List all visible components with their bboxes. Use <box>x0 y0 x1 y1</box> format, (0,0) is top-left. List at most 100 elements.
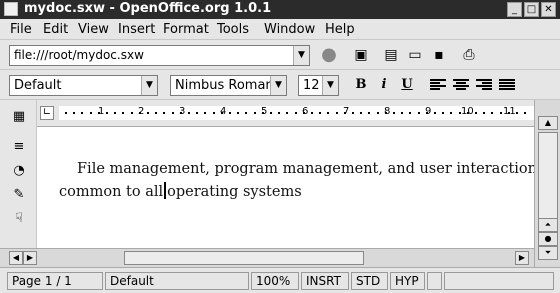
draw-functions-icon[interactable]: ✎ <box>10 186 28 204</box>
font-size-select[interactable]: 12 ▼ <box>298 75 339 96</box>
scroll-up-icon[interactable]: ▲ <box>538 116 558 130</box>
document-modified-indicator <box>427 272 442 290</box>
new-document-icon[interactable]: ▤ <box>380 44 402 66</box>
selection-mode-indicator[interactable]: STD <box>351 272 388 290</box>
bold-button[interactable]: B <box>351 75 371 95</box>
text-before-cursor: common to all <box>59 184 164 200</box>
paragraph-style-select[interactable]: Default ▼ <box>9 75 158 96</box>
ruler-tick <box>131 112 133 114</box>
print-icon[interactable]: ⎙ <box>458 44 480 66</box>
save-icon[interactable]: ▪ <box>428 44 450 66</box>
minimize-icon[interactable]: _ <box>507 2 522 17</box>
chevron-down-icon[interactable]: ▼ <box>270 76 286 95</box>
stop-loading-icon[interactable]: ● <box>318 44 340 66</box>
close-icon[interactable]: ✕ <box>541 2 556 17</box>
app-icon[interactable] <box>4 2 18 16</box>
ruler-tick <box>73 112 75 114</box>
align-center-icon[interactable] <box>453 79 469 91</box>
ruler-tick <box>139 112 141 114</box>
vertical-scroll-thumb[interactable] <box>538 132 558 232</box>
ruler-tick <box>81 112 83 114</box>
ruler-tick <box>262 112 264 114</box>
ruler-tick <box>516 112 518 114</box>
menu-tools[interactable]: Tools <box>217 22 249 37</box>
ruler-tick <box>270 112 272 114</box>
ruler-tick <box>344 112 346 114</box>
vertical-scrollbar[interactable]: ▲ ⏶ ● ⏷ <box>534 100 560 267</box>
page-style-indicator[interactable]: Default <box>105 272 249 290</box>
scroll-right-icon[interactable]: ▶ <box>23 251 37 265</box>
text-line: File management, program management, and… <box>77 161 560 177</box>
ruler-tick <box>319 112 321 114</box>
tab-stop-icon[interactable]: ∟ <box>40 106 54 120</box>
chevron-down-icon[interactable]: ▼ <box>322 76 338 95</box>
horizontal-scroll-thumb[interactable] <box>124 251 364 265</box>
ruler-tick <box>188 112 190 114</box>
ruler-tick <box>303 112 305 114</box>
edit-file-icon[interactable]: ▣ <box>350 44 372 66</box>
chevron-down-icon[interactable]: ▼ <box>141 76 157 95</box>
chevron-down-icon[interactable]: ▼ <box>293 46 309 65</box>
ruler-tick <box>122 112 124 114</box>
underline-button[interactable]: U <box>397 75 417 95</box>
ruler-tick <box>336 112 338 114</box>
document-text[interactable]: File management, program management, and… <box>59 158 560 204</box>
form-functions-icon[interactable]: ☟ <box>10 210 28 228</box>
font-size-value: 12 <box>303 78 320 93</box>
menu-view[interactable]: View <box>78 22 109 37</box>
menu-edit[interactable]: Edit <box>43 22 68 37</box>
menu-format[interactable]: Format <box>163 22 209 37</box>
ruler-tick <box>377 112 379 114</box>
horizontal-scrollbar[interactable]: ◀ ▶ ▶ <box>0 248 534 267</box>
insert-fields-icon[interactable]: ≡ <box>10 138 28 156</box>
menu-file[interactable]: File <box>10 22 32 37</box>
menu-window[interactable]: Window <box>264 22 315 37</box>
navigation-icon[interactable]: ● <box>538 232 558 246</box>
open-folder-icon[interactable]: ▭ <box>404 44 426 66</box>
maximize-icon[interactable]: □ <box>524 2 539 17</box>
ruler-tick <box>311 112 313 114</box>
ruler-tick <box>295 112 297 114</box>
menu-insert[interactable]: Insert <box>118 22 155 37</box>
insert-table-icon[interactable]: ▦ <box>10 108 28 126</box>
zoom-indicator[interactable]: 100% <box>251 272 299 290</box>
ruler-tick <box>147 112 149 114</box>
ruler-tick <box>327 112 329 114</box>
ruler-tick <box>98 112 100 114</box>
insert-object-icon[interactable]: ◔ <box>10 162 28 180</box>
previous-page-icon[interactable]: ⏶ <box>538 218 558 232</box>
ruler-tick <box>450 112 452 114</box>
ruler-tick <box>229 112 231 114</box>
status-info <box>444 272 554 290</box>
ruler-tick <box>204 112 206 114</box>
font-name-select[interactable]: Nimbus Roman ▼ <box>170 75 287 96</box>
menu-help[interactable]: Help <box>325 22 355 37</box>
document-page[interactable]: File management, program management, and… <box>37 127 560 248</box>
ruler-tick <box>352 112 354 114</box>
function-toolbar: file:///root/mydoc.sxw ▼ ● ▣ ▤ ▭ ▪ ⎙ <box>0 40 560 70</box>
url-input[interactable]: file:///root/mydoc.sxw ▼ <box>9 45 310 66</box>
ruler-tick <box>196 112 198 114</box>
ruler-tick <box>483 112 485 114</box>
ruler-tick <box>434 112 436 114</box>
text-after-cursor: operating systems <box>167 184 302 200</box>
ruler-tick <box>368 112 370 114</box>
scroll-left-icon[interactable]: ◀ <box>9 251 23 265</box>
scroll-right-end-icon[interactable]: ▶ <box>515 251 529 265</box>
ruler-tick <box>114 112 116 114</box>
ruler-tick <box>508 112 510 114</box>
align-left-icon[interactable] <box>430 79 446 91</box>
ruler-tick <box>221 112 223 114</box>
ruler-tick <box>418 112 420 114</box>
ruler-tick <box>213 112 215 114</box>
insert-mode-indicator[interactable]: INSRT <box>301 272 349 290</box>
next-page-icon[interactable]: ⏷ <box>538 246 558 260</box>
italic-button[interactable]: i <box>374 75 394 95</box>
ruler-tick <box>442 112 444 114</box>
formatting-toolbar: Default ▼ Nimbus Roman ▼ 12 ▼ B i U <box>0 70 560 100</box>
text-cursor <box>164 182 167 199</box>
align-justify-icon[interactable] <box>499 79 515 91</box>
ruler-tick <box>245 112 247 114</box>
hyphenation-indicator[interactable]: HYP <box>390 272 425 290</box>
align-right-icon[interactable] <box>476 79 492 91</box>
